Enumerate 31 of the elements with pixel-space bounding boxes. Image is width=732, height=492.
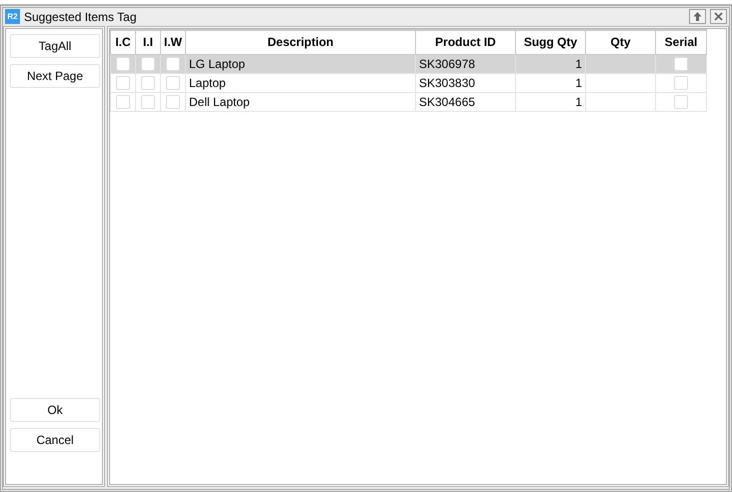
dialog-button[interactable]: TagAll — [10, 34, 100, 58]
checkbox[interactable] — [141, 76, 155, 90]
table-cell: Dell Laptop — [186, 92, 416, 111]
checkbox[interactable] — [166, 95, 180, 110]
app-logo-icon: R2 — [5, 9, 20, 24]
checkbox[interactable] — [141, 57, 155, 72]
dialog-button[interactable]: Cancel — [10, 428, 100, 452]
checkbox[interactable] — [674, 57, 688, 72]
up-arrow-icon — [692, 11, 703, 22]
table-cell: 1 — [516, 92, 586, 111]
close-icon — [714, 12, 723, 21]
checkbox[interactable] — [116, 57, 130, 72]
table-cell: 1 — [516, 54, 586, 73]
dialog-button[interactable]: Ok — [10, 398, 100, 422]
checkbox[interactable] — [674, 76, 688, 90]
dialog-button[interactable]: Next Page — [10, 64, 100, 88]
checkbox[interactable] — [116, 95, 130, 110]
checkbox[interactable] — [166, 76, 180, 90]
table-cell: SK306978 — [416, 54, 516, 73]
close-button[interactable] — [710, 9, 727, 24]
checkbox[interactable] — [141, 95, 155, 110]
table-cell: LG Laptop — [186, 54, 416, 73]
checkbox[interactable] — [166, 57, 180, 72]
table-cell: SK303830 — [416, 73, 516, 92]
window-title: Suggested Items Tag — [24, 8, 138, 26]
checkbox[interactable] — [116, 76, 130, 90]
table-cell: SK304665 — [416, 92, 516, 111]
table-cell: 1 — [516, 73, 586, 92]
table-cell: Laptop — [186, 73, 416, 92]
checkbox[interactable] — [674, 95, 688, 110]
pin-button[interactable] — [689, 9, 706, 24]
